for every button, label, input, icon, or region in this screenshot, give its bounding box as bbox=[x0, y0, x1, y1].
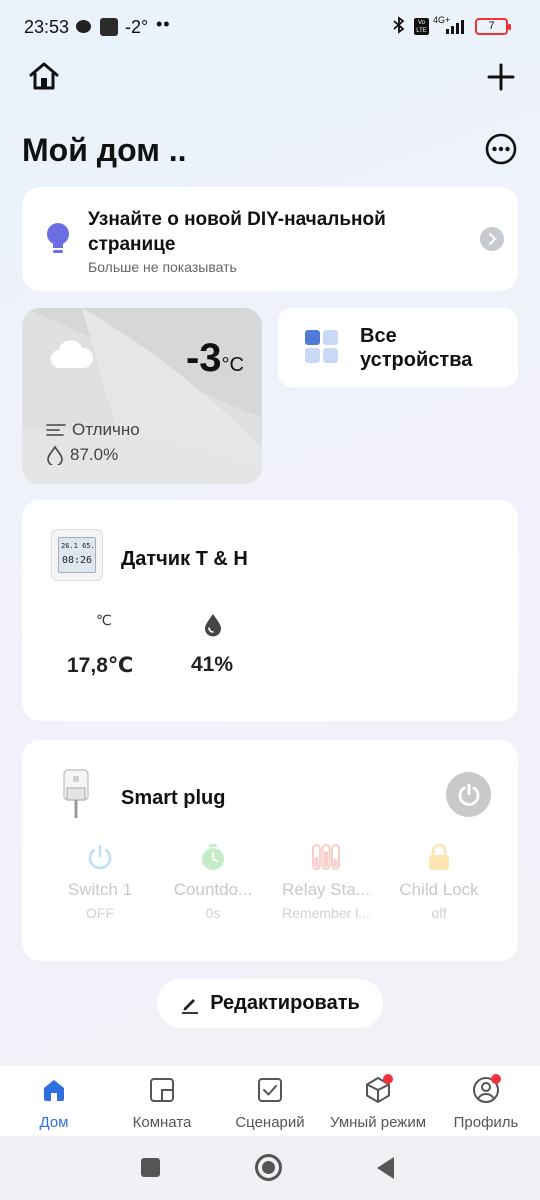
bluetooth-icon bbox=[393, 16, 405, 39]
function-value: OFF bbox=[86, 905, 114, 921]
power-icon bbox=[458, 783, 479, 806]
more-options-icon[interactable] bbox=[483, 131, 519, 167]
chat-notification-icon bbox=[76, 20, 91, 33]
back-triangle-icon bbox=[377, 1157, 394, 1179]
tab-home[interactable]: Дом bbox=[0, 1074, 108, 1131]
chevron-right-icon[interactable] bbox=[480, 227, 504, 251]
tab-scenario[interactable]: Сценарий bbox=[216, 1074, 324, 1131]
weather-temperature: -3°C bbox=[186, 336, 244, 381]
dismiss-promo-link[interactable]: Больше не показывать bbox=[88, 259, 237, 275]
function-label: Child Lock bbox=[399, 880, 479, 899]
power-icon bbox=[45, 842, 155, 872]
tab-label: Дом bbox=[39, 1114, 69, 1131]
back-button[interactable] bbox=[375, 1156, 395, 1185]
add-icon[interactable] bbox=[483, 59, 519, 95]
function-countdown[interactable]: Countdo... 0s bbox=[158, 842, 268, 921]
smart-plug-card[interactable]: Smart plug Switch 1 OFF Countdo... 0s Re… bbox=[22, 740, 518, 961]
tab-label: Комната bbox=[132, 1114, 192, 1131]
air-quality-icon bbox=[46, 424, 66, 436]
plug-thumbnail bbox=[62, 768, 90, 825]
room-icon bbox=[108, 1074, 216, 1106]
function-value: 0s bbox=[205, 905, 221, 921]
system-nav-bar bbox=[0, 1136, 540, 1200]
battery-icon: 7 bbox=[475, 18, 511, 35]
sensor-humidity: 41% bbox=[191, 653, 234, 676]
sensor-temperature: 17,8℃ bbox=[67, 654, 134, 677]
all-devices-label: Все устройства bbox=[360, 324, 472, 372]
volte-icon: Vo LTE bbox=[414, 18, 429, 35]
tab-label: Сценарий bbox=[235, 1114, 305, 1131]
profile-icon bbox=[432, 1074, 540, 1106]
lock-icon bbox=[384, 842, 494, 872]
notification-badge bbox=[491, 1074, 501, 1084]
function-relay-status[interactable]: Relay Sta... Remember l... bbox=[271, 842, 381, 921]
sensor-screen-line2: 08:26 bbox=[61, 555, 93, 566]
power-toggle-button[interactable] bbox=[446, 772, 491, 817]
app-notification-icon bbox=[100, 18, 118, 36]
sensor-screen-line1: 26.1 65. bbox=[61, 542, 95, 550]
status-time: 23:53 bbox=[24, 17, 70, 37]
weather-condition: Отлично bbox=[72, 420, 140, 439]
smart-mode-icon bbox=[324, 1074, 432, 1106]
promo-title: Узнайте о новой DIY-начальной странице bbox=[88, 209, 386, 255]
function-value: off bbox=[431, 905, 447, 921]
home-button-dot bbox=[262, 1161, 275, 1174]
weather-temp-value: -3 bbox=[185, 336, 222, 380]
sensor-screen: 26.1 65. 08:26 bbox=[58, 537, 96, 573]
all-devices-label-line2: устройства bbox=[360, 349, 473, 371]
tab-profile[interactable]: Профиль bbox=[432, 1074, 540, 1131]
humidity-icon bbox=[203, 613, 223, 642]
function-child-lock[interactable]: Child Lock off bbox=[384, 842, 494, 921]
recents-button[interactable] bbox=[141, 1158, 160, 1177]
function-label: Countdo... bbox=[173, 880, 253, 899]
sensor-device-card[interactable]: 26.1 65. 08:26 Датчик T & H ℃ 17,8℃ 41% bbox=[22, 500, 518, 721]
home-switch-icon[interactable] bbox=[26, 58, 62, 94]
timer-icon bbox=[158, 842, 268, 872]
scenario-icon bbox=[216, 1074, 324, 1106]
function-switch-1[interactable]: Switch 1 OFF bbox=[45, 842, 155, 921]
edit-button[interactable]: Редактировать bbox=[157, 979, 383, 1028]
tab-label: Умный режим bbox=[329, 1114, 427, 1131]
function-label: Switch 1 bbox=[67, 880, 133, 899]
bottom-tab-bar: Дом Комната Сценарий Умный режим Профиль bbox=[0, 1066, 540, 1136]
temperature-icon: ℃ bbox=[96, 612, 112, 628]
tab-room[interactable]: Комната bbox=[108, 1074, 216, 1131]
home-icon bbox=[0, 1074, 108, 1106]
tab-label: Профиль bbox=[453, 1114, 519, 1131]
notification-badge bbox=[383, 1074, 393, 1084]
weather-humidity-row: 87.0% bbox=[46, 445, 118, 465]
all-devices-label-line1: Все bbox=[360, 325, 397, 347]
all-devices-card[interactable]: Все устройства bbox=[278, 308, 518, 387]
more-notifications-icon: •• bbox=[156, 14, 171, 34]
function-label: Relay Sta... bbox=[282, 880, 370, 899]
cloud-icon bbox=[50, 338, 94, 375]
status-bar: 23:53 -2° •• Vo LTE 4G+ 7 bbox=[0, 0, 540, 54]
page-title[interactable]: Мой дом .. bbox=[22, 132, 187, 169]
status-temperature: -2° bbox=[125, 17, 149, 37]
weather-humidity: 87.0% bbox=[70, 445, 119, 464]
lightbulb-icon bbox=[44, 221, 72, 262]
sensor-thumbnail: 26.1 65. 08:26 bbox=[51, 529, 103, 581]
droplet-icon bbox=[47, 445, 63, 465]
home-button[interactable] bbox=[255, 1154, 282, 1181]
diy-promo-card[interactable]: Узнайте о новой DIY-начальной странице Б… bbox=[22, 187, 518, 291]
weather-card[interactable]: -3°C Отлично 87.0% bbox=[22, 308, 262, 484]
relay-icon bbox=[271, 842, 381, 872]
plug-name: Smart plug bbox=[121, 787, 226, 809]
edit-button-label: Редактировать bbox=[210, 992, 360, 1014]
weather-temp-unit: °C bbox=[221, 354, 244, 376]
sensor-name: Датчик T & H bbox=[121, 548, 248, 570]
tab-smart-mode[interactable]: Умный режим bbox=[324, 1074, 432, 1131]
pencil-icon bbox=[182, 998, 199, 1014]
signal-icon bbox=[446, 18, 468, 34]
function-value: Remember l... bbox=[282, 905, 370, 921]
grid-icon bbox=[305, 330, 339, 369]
weather-condition-row: Отлично bbox=[46, 420, 140, 440]
